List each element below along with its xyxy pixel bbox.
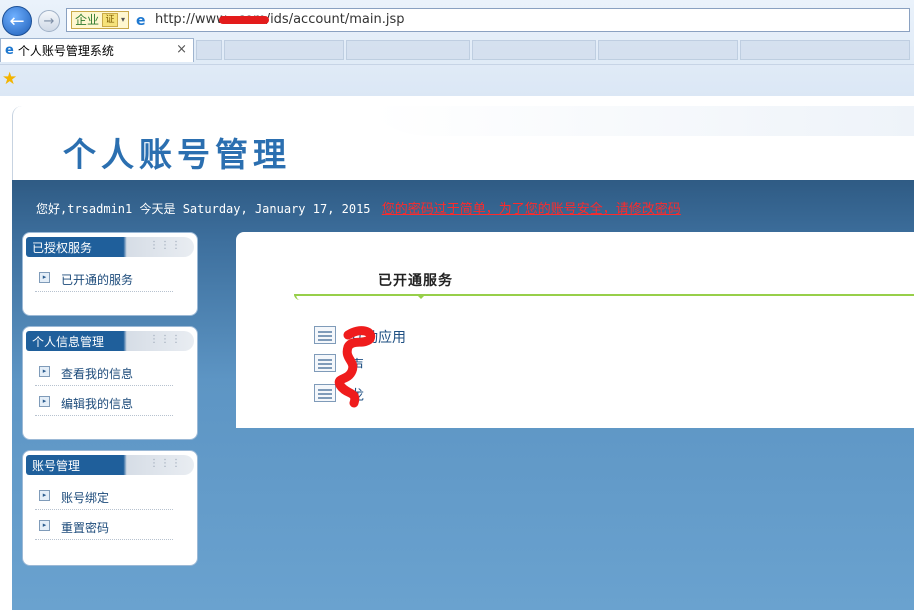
arrow-right-icon: ▸ bbox=[39, 272, 50, 283]
tab-inactive[interactable] bbox=[196, 40, 222, 60]
sidebar-panel-title: 已授权服务 bbox=[32, 241, 93, 255]
grip-icon: ⋮⋮⋮ bbox=[149, 458, 182, 469]
welcome-text: 您好,trsadmin1 今天是 Saturday, January 17, 2… bbox=[36, 202, 371, 216]
tab-inactive[interactable] bbox=[740, 40, 910, 60]
arrow-right-icon: ▸ bbox=[39, 366, 50, 377]
ie-page-icon: e bbox=[136, 13, 146, 29]
sidebar-item-label: 查看我的信息 bbox=[61, 367, 134, 381]
sidebar-panel-header[interactable]: 个人信息管理 ⋮⋮⋮ bbox=[26, 331, 194, 351]
tab-active[interactable]: e 个人账号管理系统 × bbox=[0, 38, 194, 62]
enterprise-badge-label: 企业 bbox=[75, 13, 100, 27]
favorites-bar: ★ bbox=[0, 64, 914, 95]
certificate-icon: 证 bbox=[102, 13, 119, 27]
section-title: 已开通服务 bbox=[378, 273, 453, 289]
arrow-right-icon: ▸ bbox=[39, 396, 50, 407]
sidebar-item-label: 重置密码 bbox=[61, 521, 110, 535]
arrow-left-icon: ← bbox=[9, 11, 25, 32]
navigation-bar: ← → 企业 证 ▾ e http://www. .com/ids/accoun… bbox=[0, 6, 914, 36]
header-swoosh bbox=[373, 106, 914, 136]
forward-button[interactable]: → bbox=[38, 10, 60, 32]
arrow-right-icon: ▸ bbox=[39, 490, 50, 501]
tab-inactive[interactable] bbox=[598, 40, 738, 60]
arrow-right-icon: ▸ bbox=[39, 520, 50, 531]
sidebar-item-view-info[interactable]: ▸ 查看我的信息 bbox=[35, 363, 173, 386]
sidebar-item-opened-services[interactable]: ▸ 已开通的服务 bbox=[35, 269, 173, 292]
sidebar-panel-title: 账号管理 bbox=[32, 459, 81, 473]
sidebar-panel-header[interactable]: 已授权服务 ⋮⋮⋮ bbox=[26, 237, 194, 257]
divider-notch bbox=[416, 294, 426, 299]
sidebar-item-reset-password[interactable]: ▸ 重置密码 bbox=[35, 517, 173, 540]
back-button[interactable]: ← bbox=[2, 6, 32, 36]
sidebar-item-account-binding[interactable]: ▸ 账号绑定 bbox=[35, 487, 173, 510]
browser-chrome: ← → 企业 证 ▾ e http://www. .com/ids/accoun… bbox=[0, 0, 914, 96]
sidebar-item-label: 账号绑定 bbox=[61, 491, 110, 505]
tab-title: 个人账号管理系统 bbox=[17, 44, 114, 58]
address-bar[interactable]: 企业 证 ▾ e http://www. .com/ids/account/ma… bbox=[66, 8, 910, 32]
tab-inactive[interactable] bbox=[346, 40, 470, 60]
app-window-icon bbox=[314, 354, 336, 372]
enterprise-badge[interactable]: 企业 证 ▾ bbox=[71, 11, 130, 29]
favorites-star-icon[interactable]: ★ bbox=[2, 69, 17, 89]
url-text[interactable]: http://www. .com/ids/account/main.jsp bbox=[155, 12, 405, 27]
section-divider bbox=[294, 294, 914, 300]
sidebar-item-edit-info[interactable]: ▸ 编辑我的信息 bbox=[35, 393, 173, 416]
ie-tab-icon: e bbox=[5, 43, 14, 58]
tab-strip: e 个人账号管理系统 × bbox=[0, 38, 914, 62]
password-warning-link[interactable]: 您的密码过于简单，为了您的账号安全，请修改密码 bbox=[382, 202, 681, 217]
page: 个人账号管理 您好,trsadmin1 今天是 Saturday, Januar… bbox=[0, 96, 914, 610]
sidebar-item-label: 编辑我的信息 bbox=[61, 397, 134, 411]
services-card: 已开通服务 互动应用 声 龙 bbox=[236, 232, 914, 428]
sidebar-panel-profile: 个人信息管理 ⋮⋮⋮ ▸ 查看我的信息 ▸ 编辑我的信息 bbox=[22, 326, 198, 440]
tab-inactive[interactable] bbox=[224, 40, 344, 60]
main-area: 您好,trsadmin1 今天是 Saturday, January 17, 2… bbox=[12, 180, 914, 610]
service-label: 声 bbox=[350, 358, 364, 374]
sidebar-panel-header[interactable]: 账号管理 ⋮⋮⋮ bbox=[26, 455, 194, 475]
grip-icon: ⋮⋮⋮ bbox=[149, 240, 182, 251]
redaction-mark bbox=[219, 16, 269, 24]
app-window-icon bbox=[314, 384, 336, 402]
sidebar-panel-account: 账号管理 ⋮⋮⋮ ▸ 账号绑定 ▸ 重置密码 bbox=[22, 450, 198, 566]
page-header: 个人账号管理 bbox=[12, 106, 914, 180]
arrow-right-icon: → bbox=[43, 14, 55, 29]
tab-inactive[interactable] bbox=[472, 40, 596, 60]
welcome-line: 您好,trsadmin1 今天是 Saturday, January 17, 2… bbox=[36, 198, 681, 217]
sidebar-item-label: 已开通的服务 bbox=[61, 273, 134, 287]
page-title: 个人账号管理 bbox=[63, 135, 291, 174]
service-label: 龙 bbox=[350, 388, 364, 404]
chevron-down-icon: ▾ bbox=[121, 15, 126, 24]
grip-icon: ⋮⋮⋮ bbox=[149, 334, 182, 345]
sidebar-panel-title: 个人信息管理 bbox=[32, 335, 105, 349]
service-label: 互动应用 bbox=[350, 330, 406, 346]
close-icon[interactable]: × bbox=[176, 42, 187, 57]
sidebar-panel-authorized: 已授权服务 ⋮⋮⋮ ▸ 已开通的服务 bbox=[22, 232, 198, 316]
app-window-icon bbox=[314, 326, 336, 344]
